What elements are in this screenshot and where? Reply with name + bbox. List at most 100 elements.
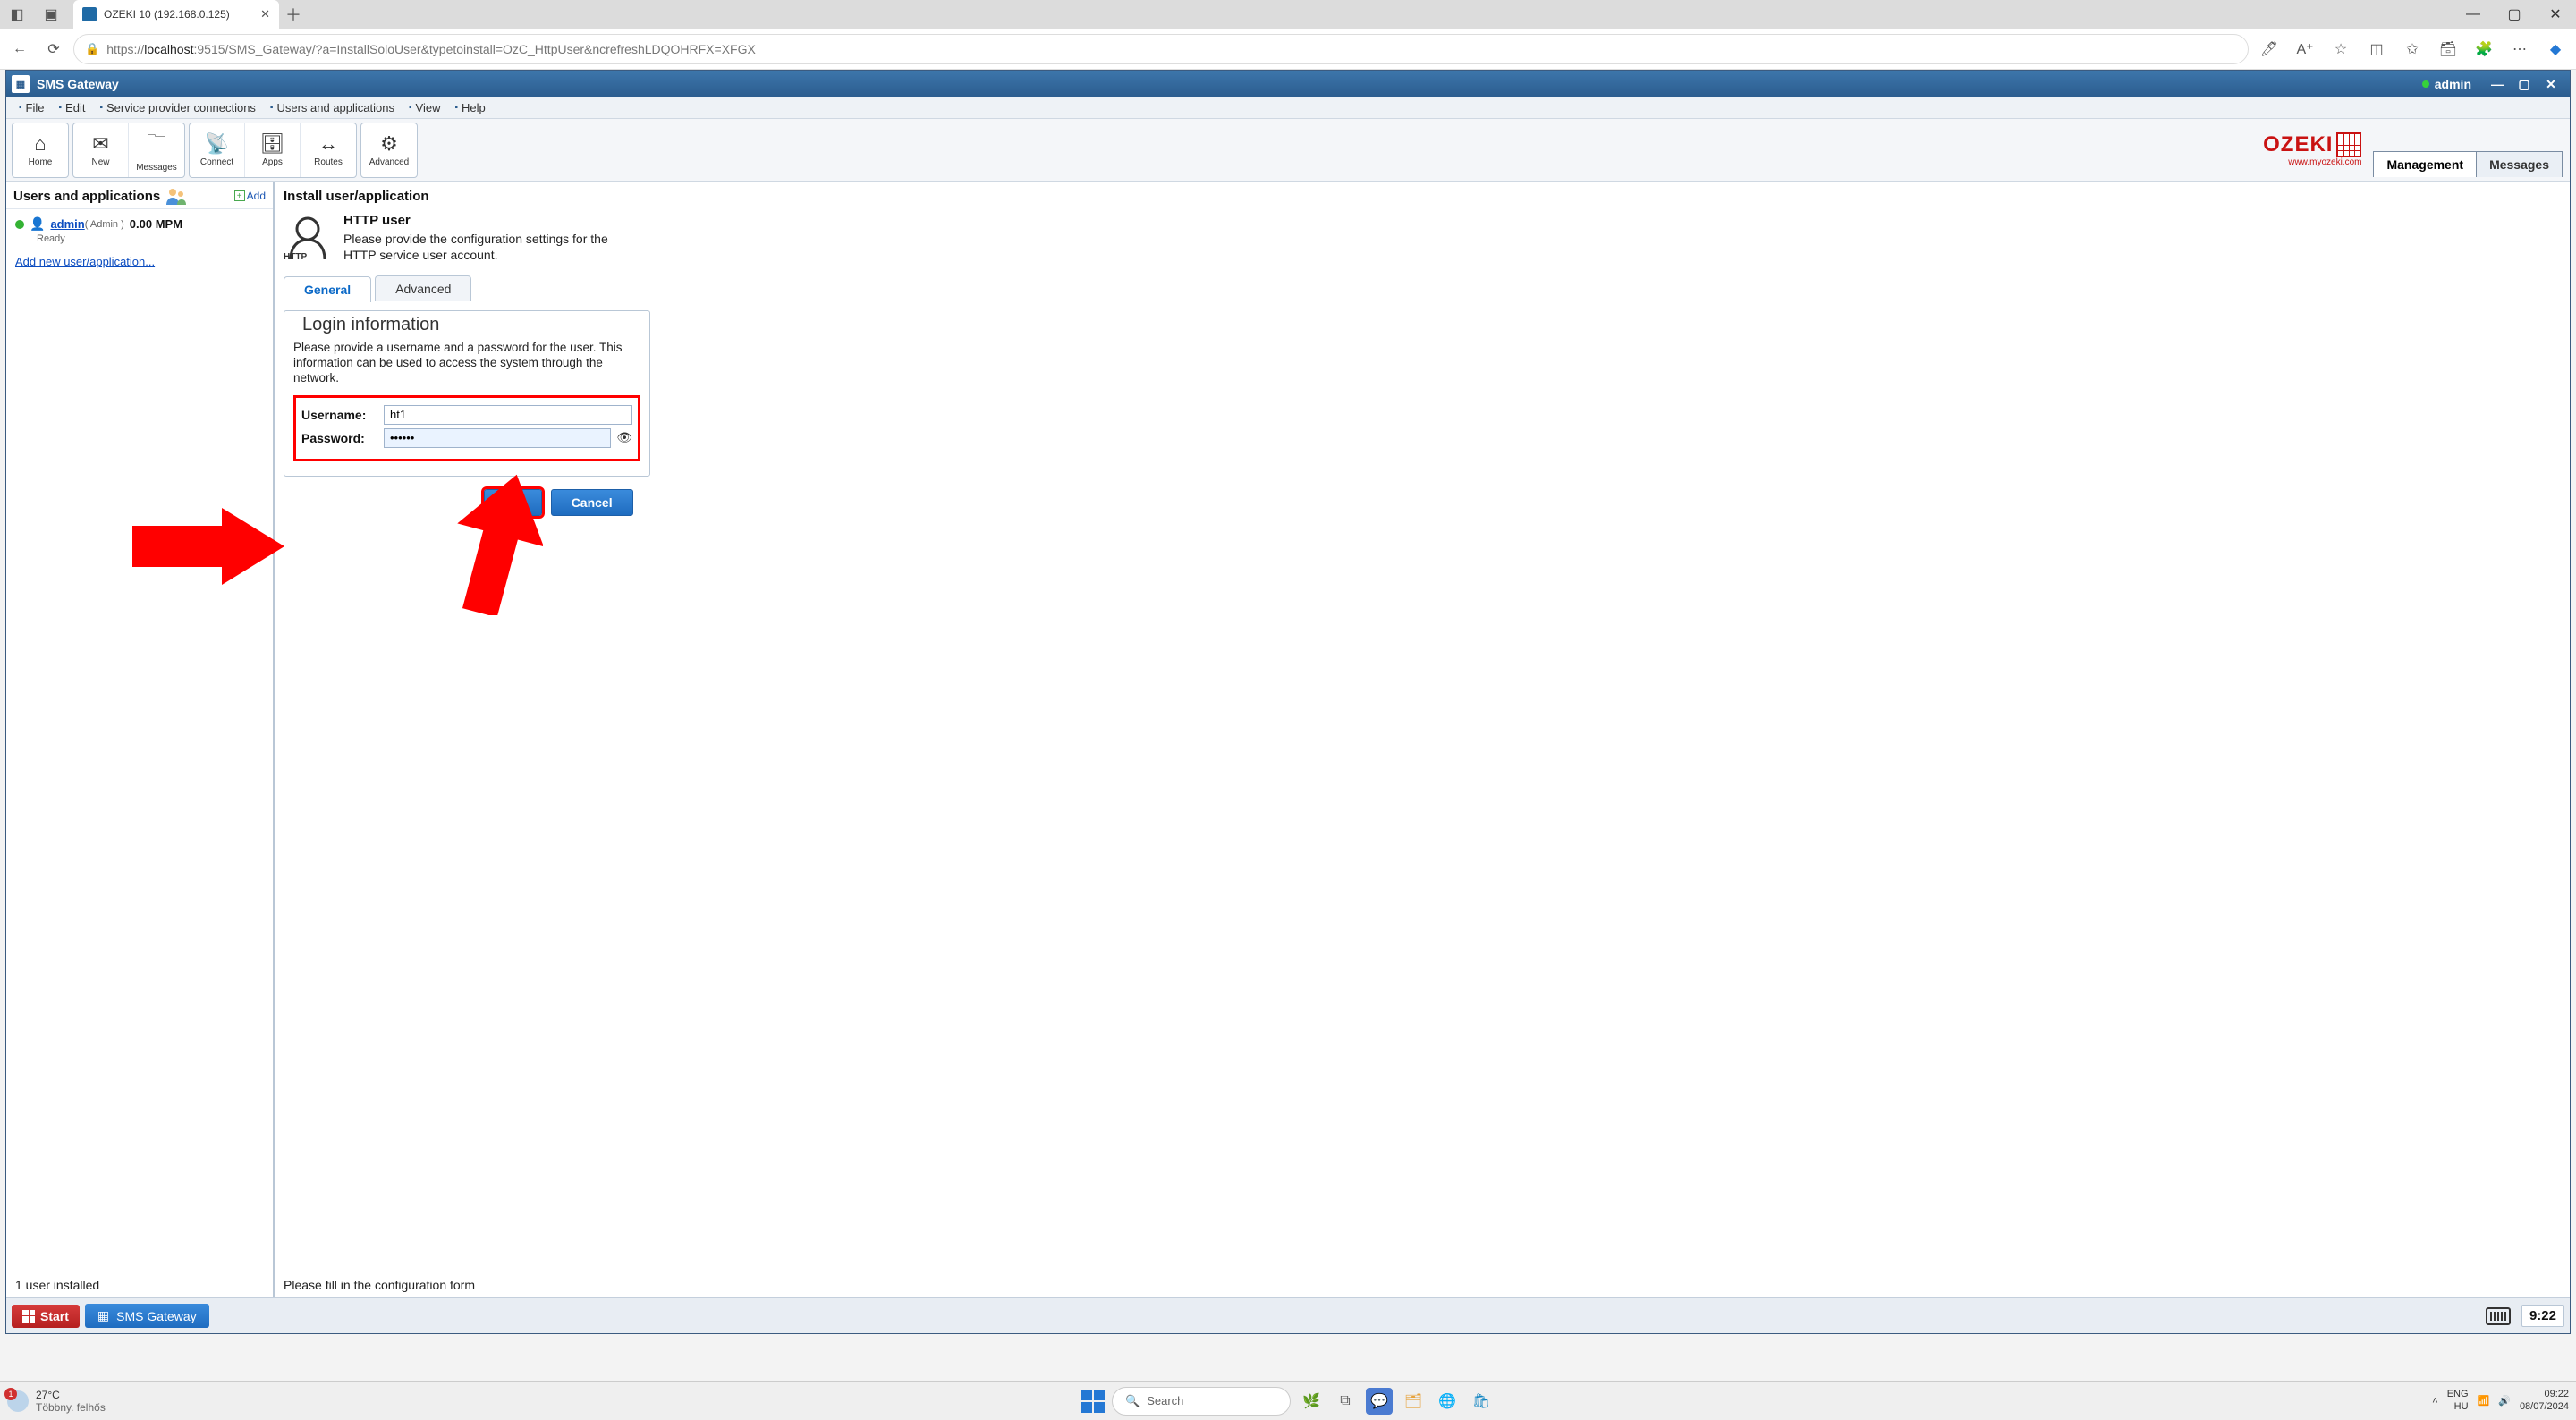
start-menu-button[interactable] <box>1081 1390 1105 1413</box>
start-grid-icon <box>22 1310 35 1323</box>
system-clock[interactable]: 09:22 08/07/2024 <box>2520 1389 2569 1412</box>
username-label: Username: <box>301 408 378 422</box>
language-indicator[interactable]: ENG HU <box>2447 1389 2469 1412</box>
fieldset-legend: Login information <box>299 315 443 335</box>
url-text: https://localhost:9515/SMS_Gateway/?a=In… <box>106 42 756 56</box>
address-bar[interactable]: 🔒 https://localhost:9515/SMS_Gateway/?a=… <box>73 34 2249 64</box>
refresh-button[interactable]: ⟳ <box>39 35 68 63</box>
app-icon: ▦ <box>12 75 30 93</box>
sidebar: Users and applications +Add 👤 admin ( Ad… <box>6 182 275 1297</box>
app-task-button[interactable]: ▦ SMS Gateway <box>85 1304 209 1328</box>
favorites-bar-icon[interactable]: ✩ <box>2397 34 2428 64</box>
sidebar-add-button[interactable]: +Add <box>234 190 266 202</box>
right-tabs: Management Messages <box>2374 151 2563 177</box>
weather-widget[interactable]: 1 27°C Többny. felhős <box>7 1389 106 1414</box>
tab-general[interactable]: General <box>284 276 371 302</box>
app-minimize-button[interactable]: — <box>2484 74 2511 94</box>
add-user-link[interactable]: Add new user/application... <box>6 244 273 279</box>
app-title: SMS Gateway <box>37 77 119 91</box>
taskbar-app-1[interactable]: 🌿 <box>1298 1388 1325 1415</box>
new-tab-button[interactable]: ＋ <box>279 3 308 26</box>
tab-management[interactable]: Management <box>2373 151 2477 177</box>
volume-icon[interactable]: 🔊 <box>2498 1395 2511 1407</box>
brand-text: OZEKI <box>2263 132 2333 157</box>
more-icon[interactable]: ⋯ <box>2504 34 2535 64</box>
app-maximize-button[interactable]: ▢ <box>2511 74 2538 94</box>
read-aloud-icon[interactable]: 🖊 <box>2254 34 2284 64</box>
http-caption: HTTP <box>284 252 307 262</box>
section-desc: Please provide the configuration setting… <box>343 232 639 263</box>
taskbar-app-explorer[interactable]: 🗂 <box>1400 1388 1427 1415</box>
collections-icon[interactable]: 🗃 <box>2433 34 2463 64</box>
menu-help[interactable]: Help <box>448 101 493 114</box>
split-icon[interactable]: ◫ <box>2361 34 2392 64</box>
annotation-arrow-right <box>132 508 284 585</box>
app-start-button[interactable]: Start <box>12 1305 80 1328</box>
plus-icon: + <box>234 190 245 201</box>
window-minimize-button[interactable]: — <box>2453 0 2494 29</box>
app-body: Users and applications +Add 👤 admin ( Ad… <box>6 182 2570 1297</box>
menu-view[interactable]: View <box>402 101 448 114</box>
extensions-icon[interactable]: 🧩 <box>2469 34 2499 64</box>
workspaces-icon[interactable]: ▣ <box>39 3 63 26</box>
url-host: localhost <box>144 42 193 56</box>
window-maximize-button[interactable]: ▢ <box>2494 0 2535 29</box>
taskbar-app-chat[interactable]: 💬 <box>1366 1388 1393 1415</box>
main-heading: Install user/application <box>275 182 2570 209</box>
search-placeholder: Search <box>1147 1394 1183 1407</box>
tray-chevron-icon[interactable]: ˄ <box>2432 1396 2437 1407</box>
taskbar-search[interactable]: 🔍 Search <box>1112 1387 1291 1416</box>
user-name-link[interactable]: admin <box>50 217 84 231</box>
menu-file[interactable]: File <box>12 101 52 114</box>
weather-icon: 1 <box>7 1390 29 1412</box>
back-button[interactable]: ← <box>5 35 34 63</box>
tab-messages[interactable]: Messages <box>2476 151 2563 177</box>
profile-icon[interactable]: ◧ <box>5 3 29 26</box>
new-icon: ✉ <box>92 132 108 156</box>
password-input[interactable] <box>384 428 611 448</box>
app-close-button[interactable]: ✕ <box>2538 74 2564 94</box>
sidebar-footer: 1 user installed <box>6 1272 273 1297</box>
main-panel: Install user/application HTTP HTTP user … <box>275 182 2570 1297</box>
tab-close-icon[interactable]: ✕ <box>260 7 270 21</box>
user-row[interactable]: 👤 admin ( Admin ) 0.00 MPM <box>6 209 273 233</box>
cancel-button[interactable]: Cancel <box>551 489 633 516</box>
database-icon: 🗄 <box>260 132 285 156</box>
taskbar-app-taskview[interactable]: ⧉ <box>1332 1388 1359 1415</box>
toolbar-new-button[interactable]: ✉New <box>73 123 129 177</box>
login-fieldset: Login information Please provide a usern… <box>284 310 650 477</box>
brand-logo: OZEKI www.myozeki.com <box>2263 132 2361 167</box>
wifi-icon[interactable]: 📶 <box>2478 1395 2490 1407</box>
http-user-icon: HTTP <box>284 213 333 262</box>
browser-tab-strip: ◧ ▣ OZEKI 10 (192.168.0.125) ✕ ＋ — ▢ ✕ <box>0 0 2576 29</box>
current-user[interactable]: admin <box>2435 77 2471 91</box>
toolbar-routes-button[interactable]: ↔Routes <box>301 123 356 177</box>
brand-subtext: www.myozeki.com <box>2263 157 2361 167</box>
taskbar-right: ˄ ENG HU 📶 🔊 09:22 08/07/2024 <box>2432 1389 2569 1412</box>
antenna-icon: 📡 <box>205 132 229 156</box>
app-window: ▦ SMS Gateway admin — ▢ ✕ File Edit Serv… <box>5 70 2571 1334</box>
text-size-icon[interactable]: A⁺ <box>2290 34 2320 64</box>
toolbar-connect-button[interactable]: 📡Connect <box>190 123 245 177</box>
taskbar-app-store[interactable]: 🛍 <box>1468 1388 1495 1415</box>
taskbar-app-edge[interactable]: 🌐 <box>1434 1388 1461 1415</box>
menu-edit[interactable]: Edit <box>52 101 93 114</box>
window-close-button[interactable]: ✕ <box>2535 0 2576 29</box>
reveal-password-icon[interactable]: 👁 <box>616 430 632 445</box>
toolbar-home-button[interactable]: ⌂Home <box>13 123 68 177</box>
toolbar-advanced-button[interactable]: ⚙Advanced <box>361 123 417 177</box>
toolbar-apps-button[interactable]: 🗄Apps <box>245 123 301 177</box>
user-status: Ready <box>6 233 273 244</box>
tab-advanced[interactable]: Advanced <box>375 275 471 301</box>
logo-tile-icon <box>2336 132 2361 157</box>
keyboard-icon[interactable] <box>2486 1307 2511 1325</box>
menu-service-connections[interactable]: Service provider connections <box>92 101 262 114</box>
toolbar-messages-button[interactable]: 🗀Messages <box>129 123 184 177</box>
app-clock: 9:22 <box>2521 1305 2564 1327</box>
menu-users-apps[interactable]: Users and applications <box>263 101 402 114</box>
username-input[interactable] <box>384 405 632 425</box>
favorite-icon[interactable]: ☆ <box>2326 34 2356 64</box>
copilot-icon[interactable]: ◆ <box>2540 34 2571 64</box>
windows-taskbar: 1 27°C Többny. felhős 🔍 Search 🌿 ⧉ 💬 🗂 🌐… <box>0 1381 2576 1420</box>
browser-tab[interactable]: OZEKI 10 (192.168.0.125) ✕ <box>73 0 279 29</box>
